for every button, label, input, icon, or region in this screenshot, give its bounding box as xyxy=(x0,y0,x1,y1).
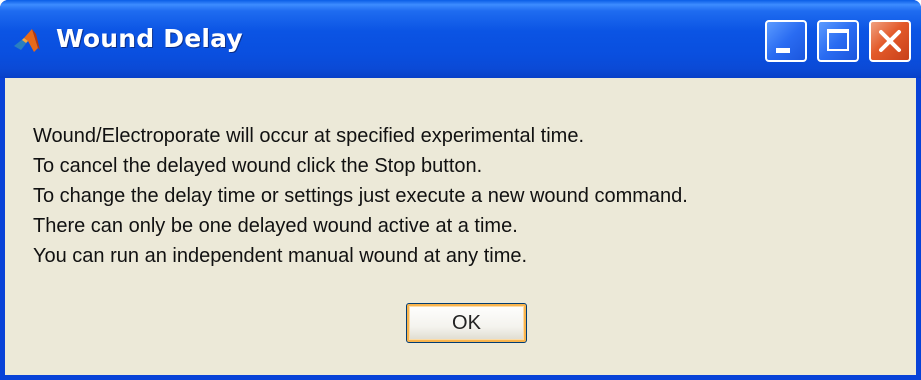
minimize-icon xyxy=(776,48,790,53)
title-bar[interactable]: Wound Delay xyxy=(0,0,921,78)
message-line: You can run an independent manual wound … xyxy=(33,245,528,267)
close-button[interactable] xyxy=(869,20,911,62)
maximize-icon xyxy=(827,29,849,51)
message-line: To cancel the delayed wound click the St… xyxy=(33,155,483,177)
ok-button[interactable]: OK xyxy=(406,303,527,343)
window-title: Wound Delay xyxy=(56,24,243,53)
message-line: There can only be one delayed wound acti… xyxy=(33,215,518,237)
dialog-window: Wound Delay Wound/Electroporate will occ… xyxy=(0,0,921,380)
dialog-body: Wound/Electroporate will occur at specif… xyxy=(5,78,916,375)
message-line: Wound/Electroporate will occur at specif… xyxy=(33,125,584,147)
matlab-logo-icon xyxy=(12,26,42,56)
message-line: To change the delay time or settings jus… xyxy=(33,185,688,207)
close-icon xyxy=(879,30,901,52)
minimize-button[interactable] xyxy=(765,20,807,62)
maximize-button[interactable] xyxy=(817,20,859,62)
